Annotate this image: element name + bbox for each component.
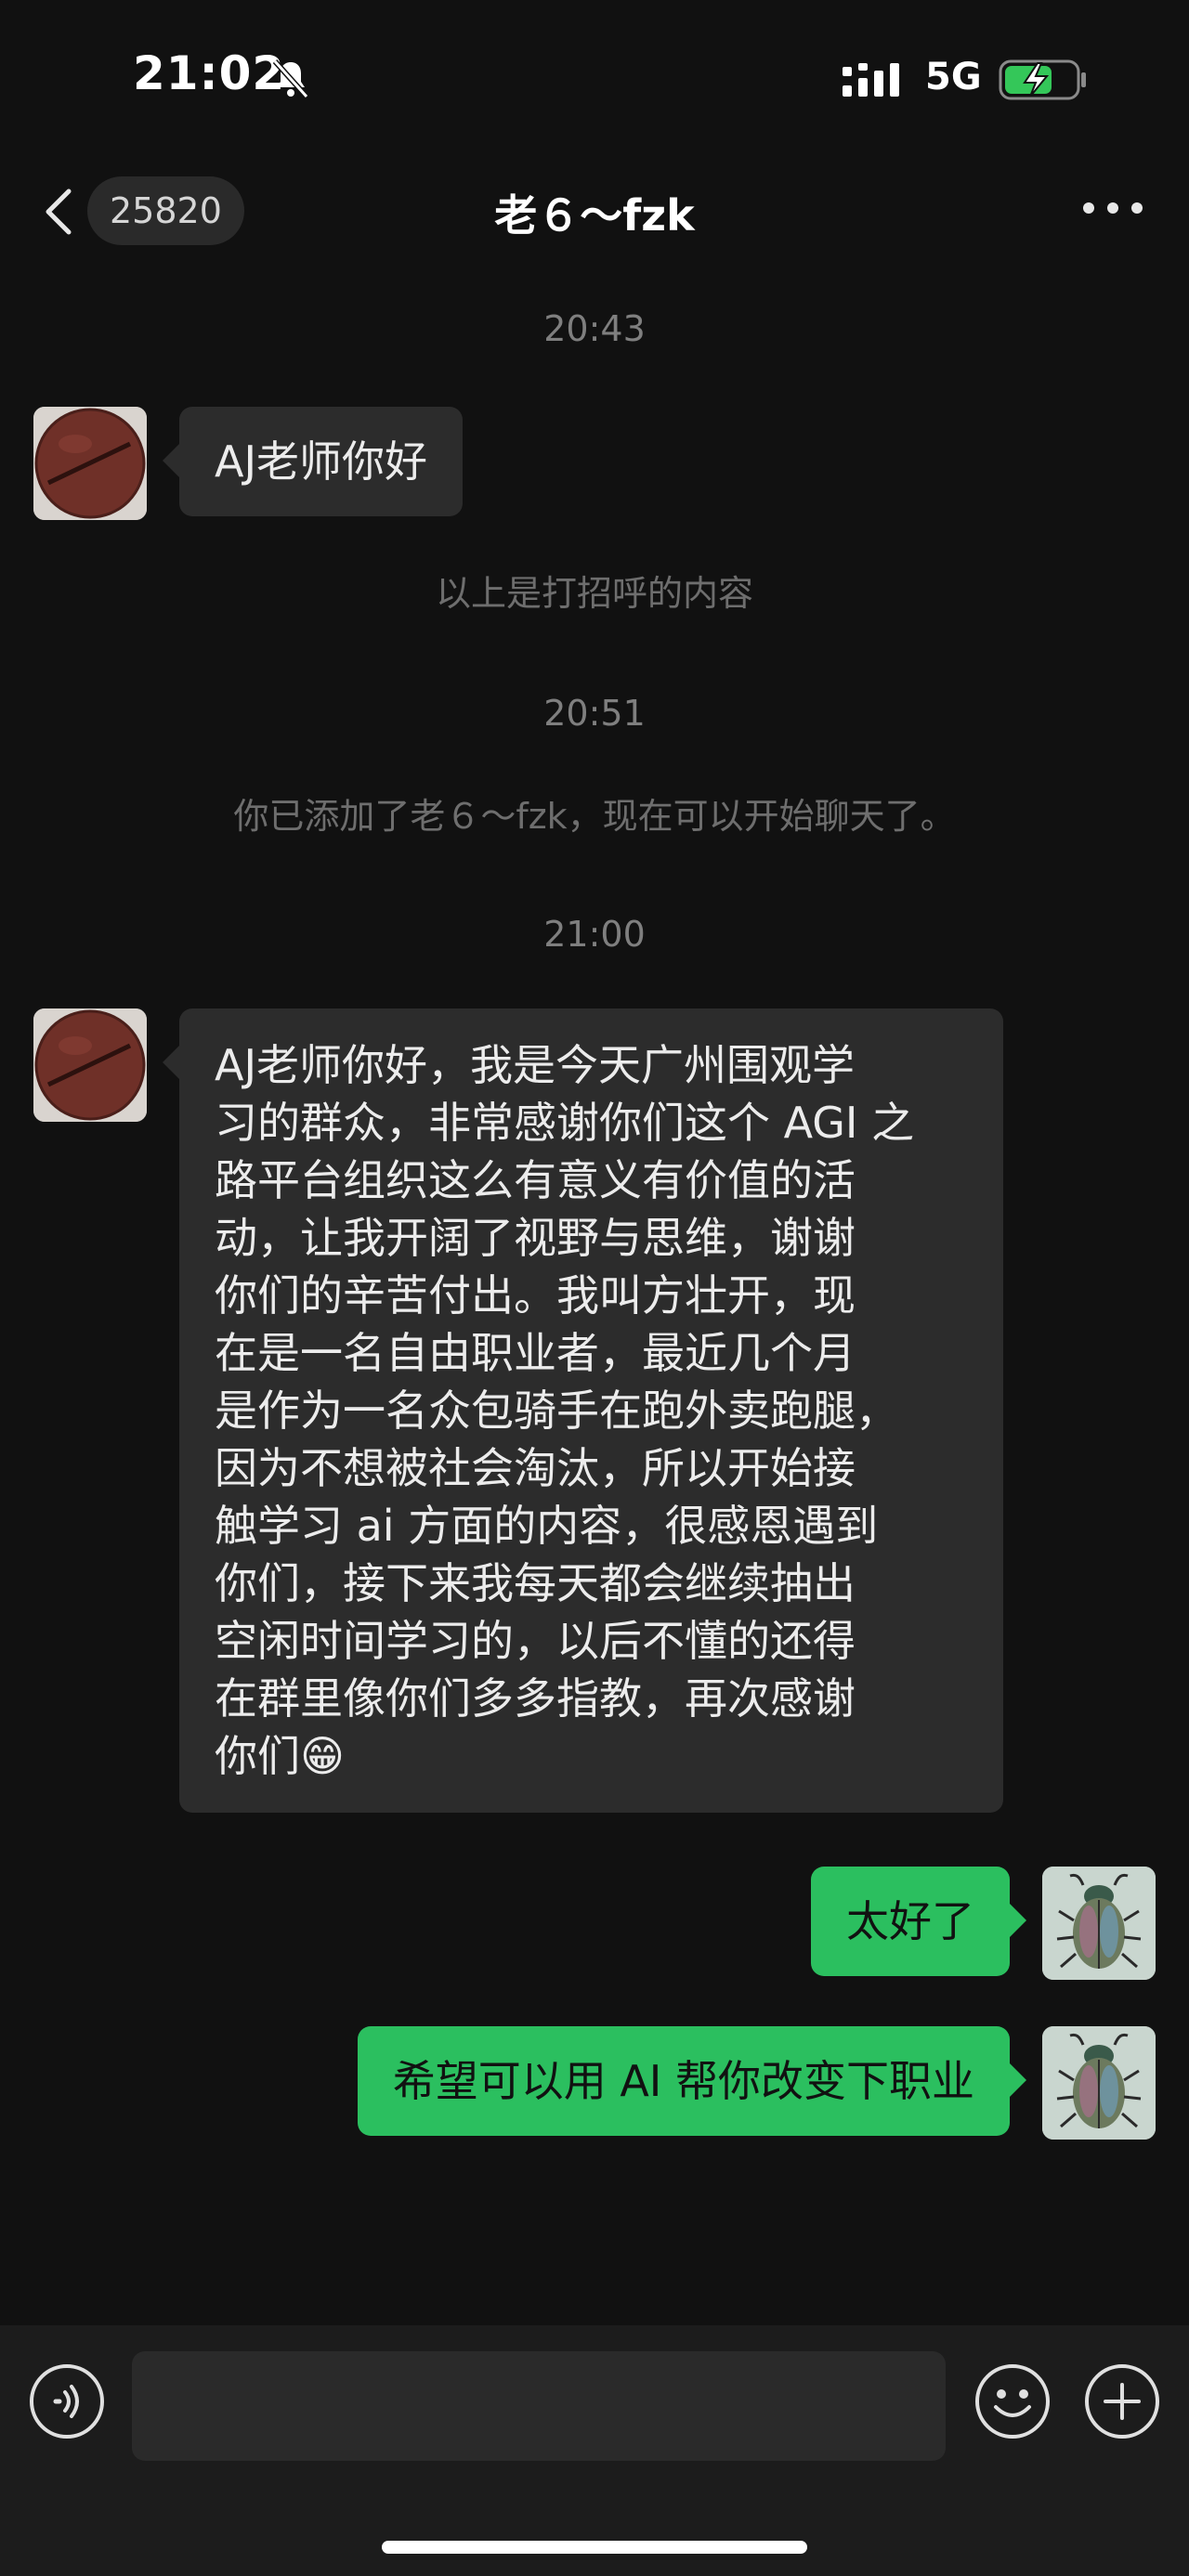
timestamp: 20:43 [543, 308, 646, 349]
network-type: 5G [925, 56, 982, 98]
more-icon[interactable] [1078, 189, 1148, 227]
message-bubble-outgoing[interactable]: 太好了 [811, 1867, 1026, 1976]
message-line: 动，让我开阔了视野与思维，谢谢 [215, 1213, 856, 1263]
message-bubble-incoming[interactable]: AJ老师你好，我是今天广州围观学 习的群众，非常感谢你们这个 AGI 之 路平台… [163, 1008, 1003, 1813]
chat-screen: 21:02 5G 25820 老６～fzk 20:43 AJ老师你好 以上是打招… [0, 0, 1189, 2576]
message-text: AJ老师你好 [215, 436, 428, 487]
message-line: 因为不想被社会淘汰，所以开始接 [215, 1443, 856, 1493]
chat-title: 老６～fzk [494, 190, 695, 241]
home-indicator[interactable] [382, 2541, 807, 2554]
status-bar: 21:02 5G [0, 0, 1189, 149]
signal-icon [843, 63, 899, 97]
message-text: 希望可以用 AI 帮你改变下职业 [392, 2056, 974, 2106]
input-bar [0, 2325, 1189, 2576]
plus-icon[interactable] [1083, 2362, 1161, 2440]
message-text: 太好了 [846, 1896, 974, 1946]
message-line: AJ老师你好，我是今天广州围观学 [215, 1040, 856, 1090]
contact-avatar-image [33, 407, 147, 520]
message-line: 路平台组织这么有意义有价值的活 [215, 1155, 856, 1205]
contact-avatar[interactable] [33, 407, 147, 520]
battery-charging-icon [999, 59, 1086, 100]
message-line: 触学习 ai 方面的内容，很感恩遇到 [215, 1501, 879, 1551]
message-bubble-outgoing[interactable]: 希望可以用 AI 帮你改变下职业 [357, 2026, 1027, 2136]
message-line: 习的群众，非常感谢你们这个 AGI 之 [215, 1098, 915, 1148]
message-line: 你们😁 [215, 1731, 345, 1781]
message-line: 是作为一名众包骑手在跑外卖跑腿， [215, 1386, 898, 1436]
system-note: 你已添加了老６～fzk，现在可以开始聊天了。 [233, 796, 956, 837]
message-line: 你们的辛苦付出。我叫方壮开，现 [215, 1270, 856, 1321]
timestamp: 21:00 [543, 914, 646, 955]
timestamp: 20:51 [543, 693, 646, 734]
status-time: 21:02 [133, 46, 286, 100]
voice-icon[interactable] [28, 2362, 106, 2440]
message-input[interactable] [132, 2351, 946, 2461]
system-note: 以上是打招呼的内容 [435, 573, 753, 614]
bell-muted-icon [272, 59, 309, 99]
beetle-avatar-image [1042, 2026, 1156, 2140]
message-line: 在是一名自由职业者，最近几个月 [215, 1328, 856, 1378]
message-line: 在群里像你们多多指教，再次感谢 [215, 1673, 856, 1724]
message-line: 你们，接下来我每天都会继续抽出 [215, 1558, 856, 1608]
nav-bar: 25820 老６～fzk [0, 149, 1189, 269]
contact-avatar[interactable] [33, 1008, 147, 1122]
message-line: 空闲时间学习的，以后不懂的还得 [215, 1616, 856, 1666]
my-avatar[interactable] [1042, 2026, 1156, 2140]
beetle-avatar-image [1042, 1867, 1156, 1980]
my-avatar[interactable] [1042, 1867, 1156, 1980]
message-bubble-incoming[interactable]: AJ老师你好 [162, 407, 464, 516]
emoji-icon[interactable] [973, 2362, 1052, 2440]
contact-avatar-image [33, 1008, 147, 1122]
